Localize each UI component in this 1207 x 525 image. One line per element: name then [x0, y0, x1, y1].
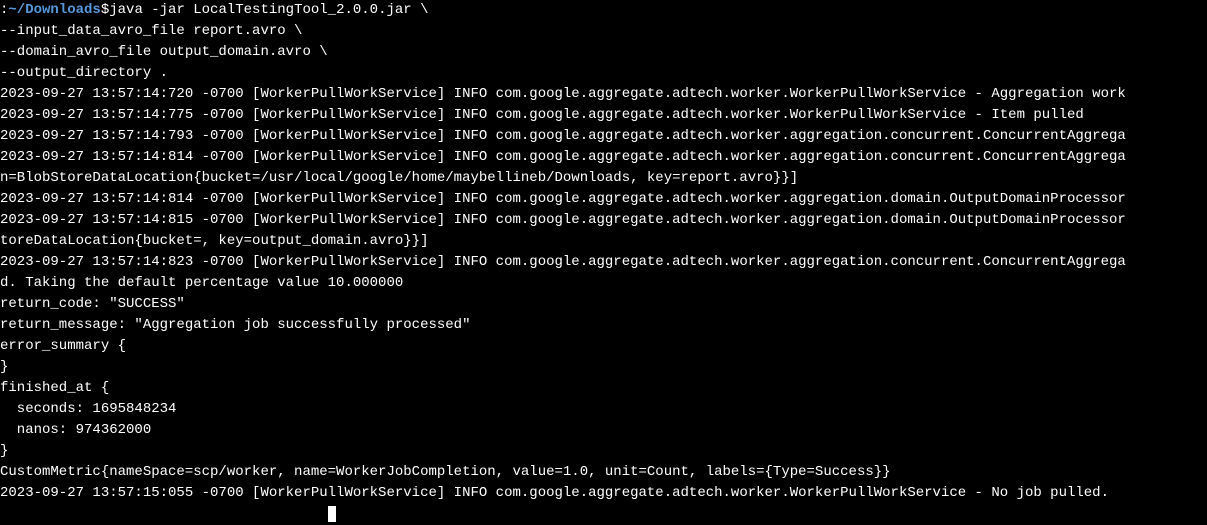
output-line: n=BlobStoreDataLocation{bucket=/usr/loca…	[0, 168, 1207, 189]
output-line: return_message: "Aggregation job success…	[0, 315, 1207, 336]
prompt-dollar: $	[101, 0, 109, 21]
output-line: 2023-09-27 13:57:14:814 -0700 [WorkerPul…	[0, 147, 1207, 168]
output-line: 2023-09-27 13:57:14:815 -0700 [WorkerPul…	[0, 210, 1207, 231]
output-line: --input_data_avro_file report.avro \	[0, 21, 1207, 42]
output-line: 2023-09-27 13:57:14:823 -0700 [WorkerPul…	[0, 252, 1207, 273]
output-text: 2023-09-27 13:57:15:055 -0700 [WorkerPul…	[0, 485, 1109, 501]
output-line: 2023-09-27 13:57:15:055 -0700 [WorkerPul…	[0, 483, 1207, 504]
output-line: seconds: 1695848234	[0, 399, 1207, 420]
cursor	[328, 506, 336, 522]
output-line: 2023-09-27 13:57:14:775 -0700 [WorkerPul…	[0, 105, 1207, 126]
output-line: finished_at {	[0, 378, 1207, 399]
output-line: }	[0, 441, 1207, 462]
command-text: java -jar LocalTestingTool_2.0.0.jar \	[109, 0, 428, 21]
output-line: 2023-09-27 13:57:14:720 -0700 [WorkerPul…	[0, 84, 1207, 105]
output-line: 2023-09-27 13:57:14:793 -0700 [WorkerPul…	[0, 126, 1207, 147]
prompt-colon: :	[0, 0, 8, 21]
output-line: nanos: 974362000	[0, 420, 1207, 441]
prompt-path: ~/Downloads	[8, 0, 100, 21]
output-line: --output_directory .	[0, 63, 1207, 84]
output-line: }	[0, 357, 1207, 378]
output-line: return_code: "SUCCESS"	[0, 294, 1207, 315]
terminal-window[interactable]: :~/Downloads$ java -jar LocalTestingTool…	[0, 0, 1207, 525]
output-line: --domain_avro_file output_domain.avro \	[0, 42, 1207, 63]
cursor-line	[0, 504, 1207, 525]
output-line: error_summary {	[0, 336, 1207, 357]
output-line: 2023-09-27 13:57:14:814 -0700 [WorkerPul…	[0, 189, 1207, 210]
output-line: toreDataLocation{bucket=, key=output_dom…	[0, 231, 1207, 252]
output-line: d. Taking the default percentage value 1…	[0, 273, 1207, 294]
output-line: CustomMetric{nameSpace=scp/worker, name=…	[0, 462, 1207, 483]
prompt-line: :~/Downloads$ java -jar LocalTestingTool…	[0, 0, 1207, 21]
